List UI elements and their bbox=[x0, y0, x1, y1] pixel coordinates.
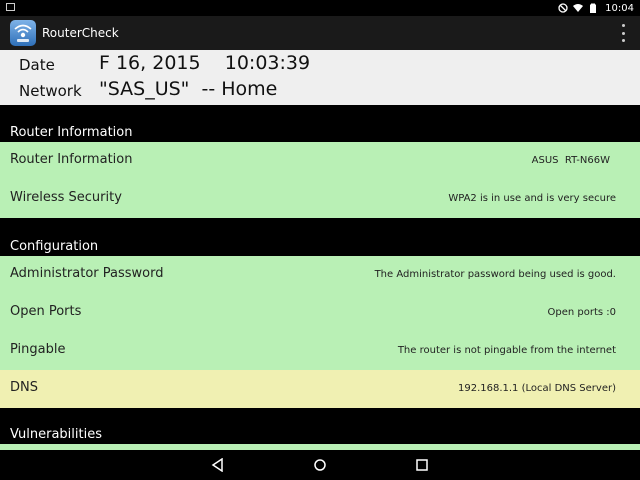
network-label: Network bbox=[19, 82, 82, 100]
clock: 10:04 bbox=[605, 2, 634, 14]
overflow-menu-icon[interactable] bbox=[620, 24, 626, 42]
network-value: "SAS_US" -- Home bbox=[99, 78, 278, 100]
section-title: Configuration bbox=[10, 239, 99, 254]
battery-icon bbox=[590, 3, 597, 13]
row-label: Wireless Security bbox=[10, 190, 122, 205]
router-signal-icon bbox=[14, 24, 32, 42]
back-icon[interactable] bbox=[211, 458, 225, 472]
section-header-router-information: Router Information bbox=[0, 112, 640, 142]
row-value: 192.168.1.1 (Local DNS Server) bbox=[457, 383, 616, 394]
row-label: Open Ports bbox=[10, 304, 82, 319]
home-icon[interactable] bbox=[313, 458, 327, 472]
list-item-administrator-password[interactable]: Administrator Password The Administrator… bbox=[0, 256, 640, 294]
block-icon bbox=[558, 3, 568, 13]
screenshot-icon bbox=[6, 3, 15, 11]
list-item-wireless-security[interactable]: Wireless Security WPA2 is in use and is … bbox=[0, 180, 640, 218]
row-value: WPA2 is in use and is very secure bbox=[448, 193, 616, 204]
section-header-vulnerabilities: Vulnerabilities bbox=[0, 414, 640, 444]
wifi-icon bbox=[573, 4, 584, 12]
row-value: The router is not pingable from the inte… bbox=[397, 345, 616, 356]
navigation-bar bbox=[0, 450, 640, 480]
row-value: The Administrator password being used is… bbox=[374, 269, 616, 280]
section-title: Vulnerabilities bbox=[10, 427, 102, 442]
row-label: Pingable bbox=[10, 342, 66, 357]
section-header-configuration: Configuration bbox=[0, 226, 640, 256]
row-label: DNS bbox=[10, 380, 38, 395]
date-value: F 16, 2015 10:03:39 bbox=[99, 52, 311, 74]
list-item-dns[interactable]: DNS 192.168.1.1 (Local DNS Server) bbox=[0, 370, 640, 408]
list-item-open-ports[interactable]: Open Ports Open ports :0 bbox=[0, 294, 640, 332]
routercheck-logo-icon bbox=[10, 20, 36, 46]
row-value: Open ports :0 bbox=[547, 307, 616, 318]
date-row: Date F 16, 2015 10:03:39 bbox=[0, 50, 640, 76]
status-icons: 10:04 bbox=[558, 1, 634, 15]
recents-icon[interactable] bbox=[415, 458, 429, 472]
list-item-pingable[interactable]: Pingable The router is not pingable from… bbox=[0, 332, 640, 370]
row-value: ASUS RT-N66W bbox=[531, 155, 610, 166]
row-label: Administrator Password bbox=[10, 266, 164, 281]
row-label: Router Information bbox=[10, 152, 133, 167]
date-label: Date bbox=[19, 56, 55, 74]
list-item-router-information[interactable]: Router Information ASUS RT-N66W bbox=[0, 142, 640, 180]
status-bar: 10:04 bbox=[0, 0, 640, 16]
info-panel: Date F 16, 2015 10:03:39 Network "SAS_US… bbox=[0, 50, 640, 105]
app-bar: RouterCheck bbox=[0, 16, 640, 50]
network-row: Network "SAS_US" -- Home bbox=[0, 76, 640, 102]
app-title: RouterCheck bbox=[42, 26, 119, 40]
section-title: Router Information bbox=[10, 125, 133, 140]
